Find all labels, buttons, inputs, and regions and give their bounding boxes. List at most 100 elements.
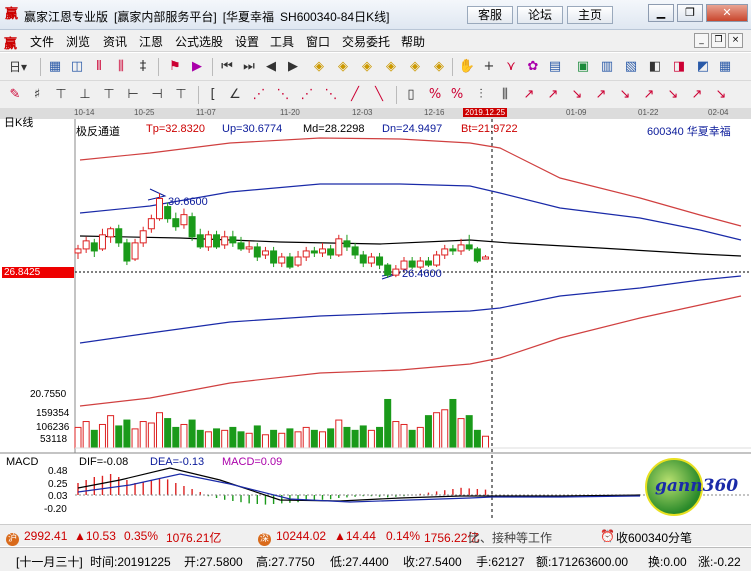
right-icon[interactable]: ▶	[284, 58, 302, 76]
percent-icon[interactable]: %	[426, 86, 444, 104]
maximize-icon[interactable]: ❐	[677, 4, 703, 22]
macd-dea-line	[77, 473, 641, 503]
menu-file[interactable]: 文件	[30, 33, 54, 50]
price-low-label: 20.7550	[30, 389, 67, 400]
minimize-icon[interactable]: ▁	[648, 4, 674, 22]
bars-icon[interactable]: ⫼	[112, 58, 130, 76]
diamond-icon[interactable]: ◈	[358, 58, 376, 76]
chart-panel[interactable]: 10-14 10-25 11-07 11-20 12-03 12-16 2019…	[0, 108, 751, 519]
last-icon[interactable]: ⏭	[240, 58, 258, 76]
fan-icon[interactable]: ⋱	[322, 86, 340, 104]
diamond-icon[interactable]: ◈	[382, 58, 400, 76]
fan-icon[interactable]: ⋱	[274, 86, 292, 104]
volume-bar	[286, 428, 294, 449]
forum-button[interactable]: 论坛	[517, 6, 563, 24]
app-menu-icon[interactable]: 赢	[4, 33, 17, 52]
volume-bar	[457, 418, 465, 449]
chart-bars-icon[interactable]: ⫶	[472, 86, 490, 104]
diamond-icon[interactable]: ◈	[430, 58, 448, 76]
candle-body	[90, 242, 98, 252]
customer-service-button[interactable]: 客服	[467, 6, 513, 24]
crosshair-icon[interactable]: +	[480, 58, 498, 76]
menu-tools[interactable]: 工具	[270, 33, 294, 50]
news-ticker[interactable]: 比、接种等工作	[468, 529, 552, 546]
gann-square-icon[interactable]: ⊤	[172, 86, 190, 104]
menu-settings[interactable]: 设置	[235, 33, 259, 50]
mdi-minimize-icon[interactable]: _	[694, 33, 709, 48]
arrow-icon[interactable]: ↘	[616, 86, 634, 104]
calculator-icon[interactable]: ▣	[574, 58, 592, 76]
volume-bar	[343, 426, 351, 449]
bracket-icon[interactable]: [	[204, 86, 222, 104]
fan-icon[interactable]: ⋰	[298, 86, 316, 104]
menu-formula[interactable]: 公式选股	[175, 33, 223, 50]
diamond-icon[interactable]: ◈	[334, 58, 352, 76]
left-icon[interactable]: ◀	[262, 58, 280, 76]
kline-icon[interactable]: ⫴	[90, 58, 108, 76]
mdi-restore-icon[interactable]: ❐	[711, 33, 726, 48]
diamond-icon[interactable]: ◈	[406, 58, 424, 76]
menu-browse[interactable]: 浏览	[66, 33, 90, 50]
gann-fan-icon[interactable]: ⊤	[100, 86, 118, 104]
chart-icon[interactable]: ◫	[68, 58, 86, 76]
hand-icon[interactable]: ✋	[458, 58, 476, 76]
gann-box-icon[interactable]: ⊢	[124, 86, 142, 104]
car-icon[interactable]: ◨	[670, 58, 688, 76]
menu-gann[interactable]: 江恩	[139, 33, 163, 50]
pennant-icon[interactable]: ▶	[188, 58, 206, 76]
quote-volume: 手:62127	[476, 555, 525, 569]
menu-help[interactable]: 帮助	[401, 33, 425, 50]
app-logo-icon: 赢	[5, 7, 19, 22]
arrow-icon[interactable]: ↗	[544, 86, 562, 104]
volume-bar	[229, 426, 237, 449]
menu-info[interactable]: 资讯	[103, 33, 127, 50]
gann-level-icon[interactable]: ⊣	[148, 86, 166, 104]
angle-icon[interactable]: ∠	[226, 86, 244, 104]
gann-grid-icon[interactable]: ⊤	[52, 86, 70, 104]
macd-value: MACD=0.09	[222, 456, 283, 468]
arrow-icon[interactable]: ↗	[688, 86, 706, 104]
mdi-close-icon[interactable]: ×	[728, 33, 743, 48]
diamond-icon[interactable]: ◈	[310, 58, 328, 76]
calendar-icon[interactable]: ▥	[598, 58, 616, 76]
first-icon[interactable]: ⏮	[218, 58, 236, 76]
layout-icon[interactable]: ▦	[716, 58, 734, 76]
arrow-icon[interactable]: ↘	[664, 86, 682, 104]
gift-icon[interactable]: ✿	[524, 58, 542, 76]
flag-icon[interactable]: ⚑	[166, 58, 184, 76]
gann-line-icon[interactable]: ⊥	[76, 86, 94, 104]
arrow-icon[interactable]: ↘	[568, 86, 586, 104]
hash-icon[interactable]: ♯	[28, 86, 46, 104]
period-dropdown[interactable]: 日▾	[6, 58, 30, 76]
arrow-icon[interactable]: ↗	[592, 86, 610, 104]
document-title: [华夏幸福	[222, 10, 275, 24]
chart-bars-icon[interactable]: ⫼	[496, 86, 514, 104]
candle-icon[interactable]: ‡	[134, 58, 152, 76]
menu-trade[interactable]: 交易委托	[342, 33, 390, 50]
homepage-button[interactable]: 主页	[567, 6, 613, 24]
volume-label: 53118	[40, 434, 68, 445]
close-icon[interactable]: ✕	[706, 4, 748, 22]
current-price-badge: 26.8425	[2, 267, 74, 278]
watch-tick[interactable]: 收600340分笔	[616, 529, 692, 546]
line-icon[interactable]: ╲	[370, 86, 388, 104]
bus-icon[interactable]: ◧	[646, 58, 664, 76]
line-icon[interactable]: ╱	[346, 86, 364, 104]
low-annotation: 26.4600	[402, 268, 442, 280]
grid-icon[interactable]: ▤	[546, 58, 564, 76]
platform-title: [赢家内部服务平台]	[114, 10, 217, 24]
fan-icon[interactable]: ⋰	[250, 86, 268, 104]
alarm-icon[interactable]: ⏰	[600, 529, 615, 543]
zigzag-icon[interactable]: ⋎	[502, 58, 520, 76]
arrow-icon[interactable]: ↗	[520, 86, 538, 104]
volume-bar	[433, 412, 441, 449]
arrow-icon[interactable]: ↗	[640, 86, 658, 104]
arrow-icon[interactable]: ↘	[712, 86, 730, 104]
pencil-icon[interactable]: ✎	[6, 86, 24, 104]
window-icon[interactable]: ◩	[694, 58, 712, 76]
stock-list-icon[interactable]: ▦	[46, 58, 64, 76]
book-icon[interactable]: ▧	[622, 58, 640, 76]
menu-window[interactable]: 窗口	[306, 33, 330, 50]
box-icon[interactable]: ▯	[402, 86, 420, 104]
percent-icon[interactable]: %	[448, 86, 466, 104]
